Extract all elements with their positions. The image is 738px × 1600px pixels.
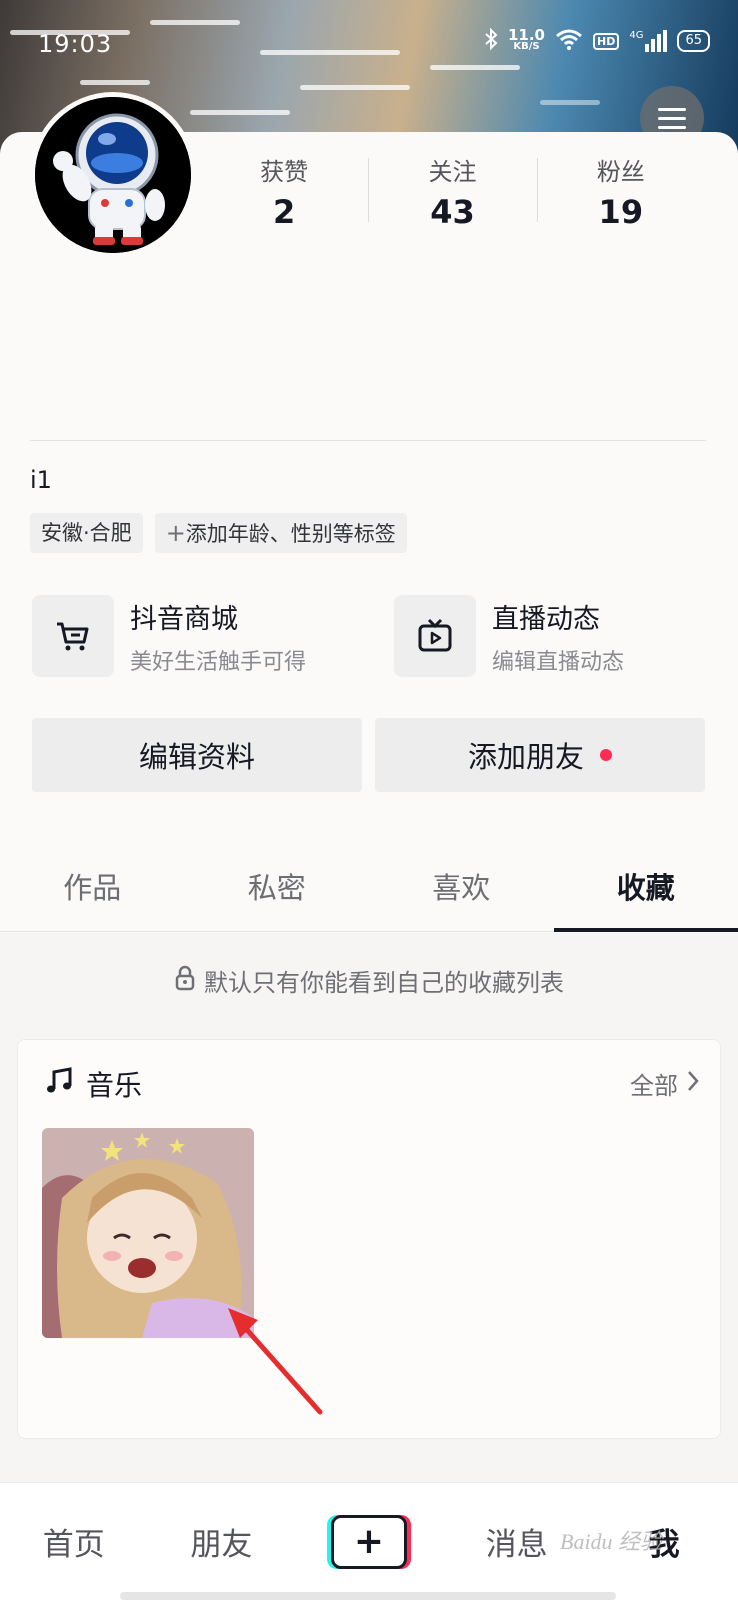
service-douyin-mall[interactable]: 抖音商城 美好生活触手可得 — [32, 595, 306, 677]
privacy-note: 默认只有你能看到自己的收藏列表 — [0, 963, 738, 998]
tab-works[interactable]: 作品 — [0, 860, 185, 931]
add-friends-button[interactable]: 添加朋友 — [375, 718, 705, 792]
wifi-icon — [555, 28, 583, 54]
notification-dot — [600, 749, 612, 761]
service-title: 抖音商城 — [130, 603, 238, 635]
lock-icon — [174, 965, 196, 997]
net-speed: 11.0 KB/S — [507, 26, 545, 53]
status-time: 19:03 — [38, 30, 113, 58]
service-subtitle: 编辑直播动态 — [492, 649, 625, 675]
favorites-panel: 默认只有你能看到自己的收藏列表 音乐 全部 — [0, 933, 738, 1493]
tv-icon — [394, 595, 476, 677]
battery-indicator: 65 — [677, 30, 710, 52]
nav-friends[interactable]: 朋友 — [148, 1519, 296, 1564]
music-note-icon — [44, 1066, 74, 1103]
hd-badge: HD — [592, 32, 620, 50]
chevron-right-icon — [686, 1069, 700, 1099]
create-plus-button[interactable]: + — [330, 1514, 407, 1569]
tab-favorites[interactable]: 收藏 — [553, 860, 738, 932]
stat-followers[interactable]: 粉丝 19 — [536, 152, 705, 231]
home-indicator[interactable] — [120, 1592, 616, 1600]
stat-likes[interactable]: 获赞 2 — [200, 152, 368, 231]
status-icons: 11.0 KB/S HD 4G 65 — [484, 28, 710, 54]
avatar[interactable] — [30, 92, 196, 258]
plus-icon: + — [353, 1520, 385, 1562]
service-subtitle: 美好生活触手可得 — [130, 649, 307, 675]
edit-profile-button[interactable]: 编辑资料 — [32, 718, 362, 792]
profile-stats: 获赞 2 关注 43 粉丝 19 — [200, 152, 705, 231]
username: i1 — [30, 466, 52, 494]
cart-icon — [32, 595, 114, 677]
hamburger-icon — [658, 107, 686, 111]
location-tag[interactable]: 安徽·合肥 — [30, 513, 143, 553]
plus-icon: + — [165, 519, 186, 547]
astronaut-avatar-image — [35, 97, 191, 253]
profile-tags: 安徽·合肥 +添加年龄、性别等标签 — [30, 513, 407, 553]
stat-following[interactable]: 关注 43 — [368, 152, 536, 231]
signal-icon: 4G — [629, 30, 668, 52]
view-all-music-link[interactable]: 全部 — [630, 1066, 700, 1101]
annotation-arrow — [228, 1308, 323, 1415]
nav-home[interactable]: 首页 — [0, 1519, 148, 1564]
content-tabs: 作品 私密 喜欢 收藏 — [0, 860, 738, 932]
service-title: 直播动态 — [492, 603, 600, 635]
music-header: 音乐 — [44, 1064, 142, 1104]
baidu-watermark: Baidu 经验 — [560, 1529, 663, 1554]
profile-page: 19:03 11.0 KB/S HD 4G 65 获赞 2 关注 43 粉丝 1… — [0, 0, 738, 1600]
status-bar: 19:03 11.0 KB/S HD 4G 65 — [0, 0, 738, 90]
music-collection-card: 音乐 全部 — [17, 1039, 721, 1439]
bluetooth-icon — [484, 27, 498, 54]
profile-divider — [30, 440, 706, 441]
tab-private[interactable]: 私密 — [185, 860, 370, 931]
tab-likes[interactable]: 喜欢 — [369, 860, 554, 931]
service-live-updates[interactable]: 直播动态 编辑直播动态 — [394, 595, 624, 677]
add-tag-button[interactable]: +添加年龄、性别等标签 — [154, 513, 407, 553]
nav-create[interactable]: + — [295, 1514, 443, 1569]
